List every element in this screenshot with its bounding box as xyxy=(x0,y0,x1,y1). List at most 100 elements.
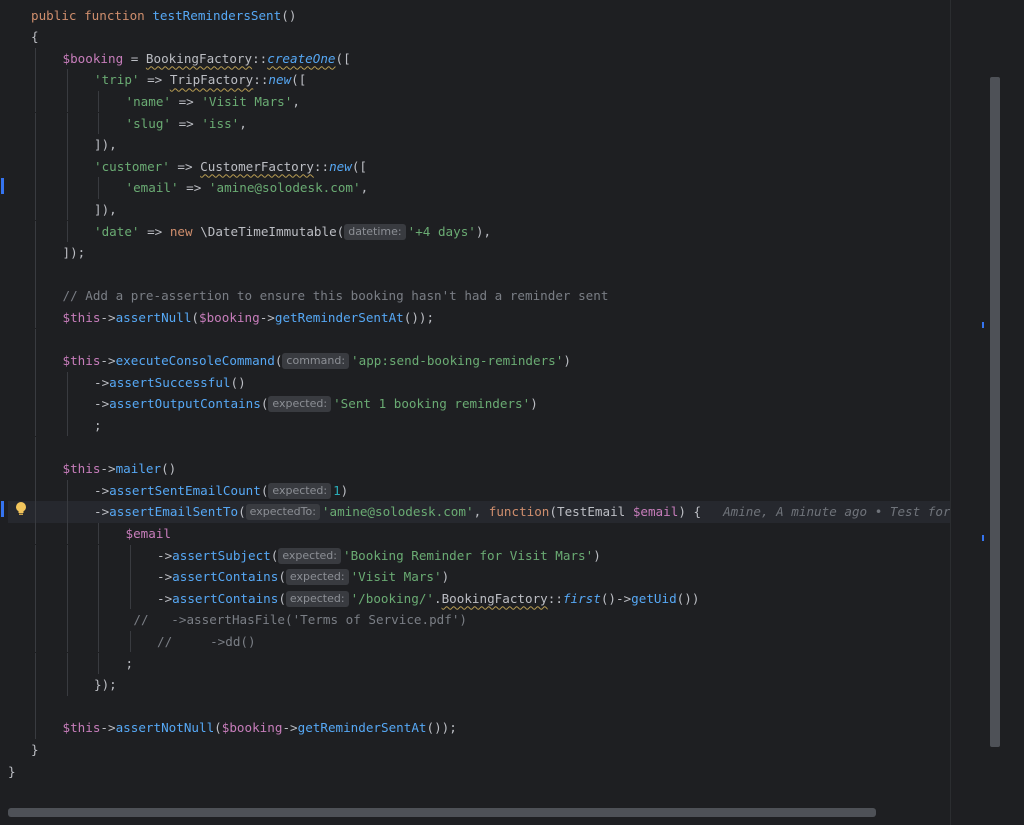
code-line[interactable] xyxy=(8,328,950,351)
code-line[interactable]: ; xyxy=(8,414,950,437)
code-token: testRemindersSent xyxy=(152,7,282,23)
code-line[interactable]: 'email' => 'amine@solodesk.com', xyxy=(8,177,950,199)
code-token: => xyxy=(171,115,202,131)
code-token: executeConsoleCommand xyxy=(115,353,275,369)
indent-guide xyxy=(35,285,36,307)
code-line[interactable]: 'date' => new \DateTimeImmutable(datetim… xyxy=(8,220,950,243)
horizontal-scrollbar[interactable] xyxy=(8,808,876,817)
code-line[interactable] xyxy=(8,263,950,286)
code-token: assertNotNull xyxy=(115,720,215,736)
indent-guide xyxy=(66,371,68,394)
code-token: 'Booking Reminder for Visit Mars' xyxy=(343,547,594,563)
code-line[interactable]: ->assertContains(expected: 'Visit Mars') xyxy=(8,566,950,588)
line-content: // ->dd() xyxy=(157,634,256,649)
code-token: assertContains xyxy=(172,569,279,585)
line-content: ]), xyxy=(94,137,117,152)
code-token: -> xyxy=(100,461,116,477)
indent-guide xyxy=(66,522,68,545)
code-line[interactable]: // ->dd() xyxy=(8,630,950,653)
code-token: 'amine@solodesk.com' xyxy=(208,180,361,196)
code-lines[interactable]: public function testRemindersSent(){$boo… xyxy=(0,0,950,800)
indent-guide xyxy=(35,112,36,135)
indent-guide xyxy=(35,717,36,739)
code-token: () xyxy=(230,374,246,390)
code-line[interactable]: }); xyxy=(8,674,950,696)
code-line[interactable]: 'trip' => TripFactory::new([ xyxy=(8,69,950,91)
code-line[interactable]: $this->assertNull($booking->getReminderS… xyxy=(8,306,950,329)
code-token: ()); xyxy=(403,309,435,325)
code-line[interactable]: ->assertEmailSentTo(expectedTo:'amine@so… xyxy=(8,501,950,523)
code-line[interactable]: ->assertContains(expected: '/booking/'.Bo… xyxy=(8,587,950,610)
code-token: '/booking/' xyxy=(350,590,434,606)
indent-guide xyxy=(35,587,36,610)
scroll-marker[interactable] xyxy=(982,322,984,328)
code-token: new xyxy=(329,158,352,174)
code-line[interactable]: { xyxy=(8,26,950,48)
code-token: 'Sent 1 booking reminders' xyxy=(333,396,531,412)
line-content: 'email' => 'amine@solodesk.com', xyxy=(126,180,369,195)
code-token: -> xyxy=(157,547,173,563)
code-line[interactable]: ]), xyxy=(8,134,950,156)
code-token: () xyxy=(281,7,297,23)
code-line[interactable]: $this->assertNotNull($booking->getRemind… xyxy=(8,717,950,739)
code-line[interactable] xyxy=(8,695,950,718)
line-content: $email xyxy=(126,526,172,541)
indent-guide xyxy=(35,501,36,523)
indent-guide xyxy=(35,371,36,394)
code-token: ()-> xyxy=(600,590,632,606)
code-editor[interactable]: public function testRemindersSent(){$boo… xyxy=(0,0,1024,825)
lightbulb-icon[interactable] xyxy=(14,501,28,517)
code-token: $this xyxy=(62,720,101,736)
code-line[interactable]: // Add a pre-assertion to ensure this bo… xyxy=(8,285,950,307)
indent-guide xyxy=(35,479,36,502)
code-line[interactable]: $this->executeConsoleCommand(command:'ap… xyxy=(8,350,950,372)
indent-guide xyxy=(98,609,99,631)
indent-guide xyxy=(35,90,36,113)
code-token: ()); xyxy=(426,720,457,736)
code-token: ( xyxy=(274,353,283,369)
code-token: ()) xyxy=(676,590,700,606)
code-line[interactable]: ; xyxy=(8,652,950,675)
code-line[interactable]: 'name' => 'Visit Mars', xyxy=(8,90,950,113)
code-line[interactable]: ->assertOutputContains(expected: 'Sent 1 … xyxy=(8,393,950,415)
indent-guide xyxy=(35,609,36,631)
code-token: $this xyxy=(62,461,101,477)
code-token: ), xyxy=(475,223,492,239)
code-line[interactable]: ]), xyxy=(8,198,950,221)
code-line[interactable] xyxy=(8,436,950,459)
code-line[interactable]: ->assertSubject(expected: 'Booking Remind… xyxy=(8,544,950,567)
indent-guide xyxy=(129,630,131,653)
line-content: 'date' => new \DateTimeImmutable(datetim… xyxy=(94,223,492,240)
code-line[interactable]: ->assertSentEmailCount(expected: 1) xyxy=(8,479,950,502)
code-token: -> xyxy=(94,396,110,412)
indent-guide xyxy=(35,630,36,653)
code-line[interactable]: $this->mailer() xyxy=(8,458,950,480)
indent-guide xyxy=(129,587,131,610)
code-token: -> xyxy=(282,720,298,736)
code-line[interactable]: 'slug' => 'iss', xyxy=(8,112,950,135)
code-token: } xyxy=(31,741,39,757)
code-token: TripFactory xyxy=(169,72,254,88)
vertical-scrollbar[interactable] xyxy=(990,77,1000,747)
indent-guide xyxy=(35,393,36,415)
code-token: 'email' xyxy=(125,180,179,196)
indent-guide xyxy=(66,501,68,523)
code-token: , xyxy=(473,504,489,520)
code-token: $booking xyxy=(221,720,283,736)
line-content: // Add a pre-assertion to ensure this bo… xyxy=(63,288,609,303)
scroll-marker[interactable] xyxy=(982,535,984,541)
code-token: ) xyxy=(340,482,349,498)
code-token: 'slug' xyxy=(125,115,172,131)
code-line[interactable]: ]); xyxy=(8,242,950,264)
code-line[interactable]: ->assertSuccessful() xyxy=(8,371,950,394)
code-token: getReminderSentAt xyxy=(274,309,404,325)
code-line[interactable]: } xyxy=(8,761,950,783)
indent-guide xyxy=(66,609,68,631)
code-line[interactable]: } xyxy=(8,739,950,761)
code-line[interactable]: $email xyxy=(8,522,950,545)
code-line[interactable]: $booking = BookingFactory::createOne([ xyxy=(8,47,950,70)
code-token: (TestEmail xyxy=(549,504,633,520)
code-line[interactable]: public function testRemindersSent() xyxy=(8,5,950,27)
code-line[interactable]: 'customer' => CustomerFactory::new([ xyxy=(8,155,950,178)
code-line[interactable]: // ->assertHasFile('Terms of Service.pdf… xyxy=(8,609,950,631)
